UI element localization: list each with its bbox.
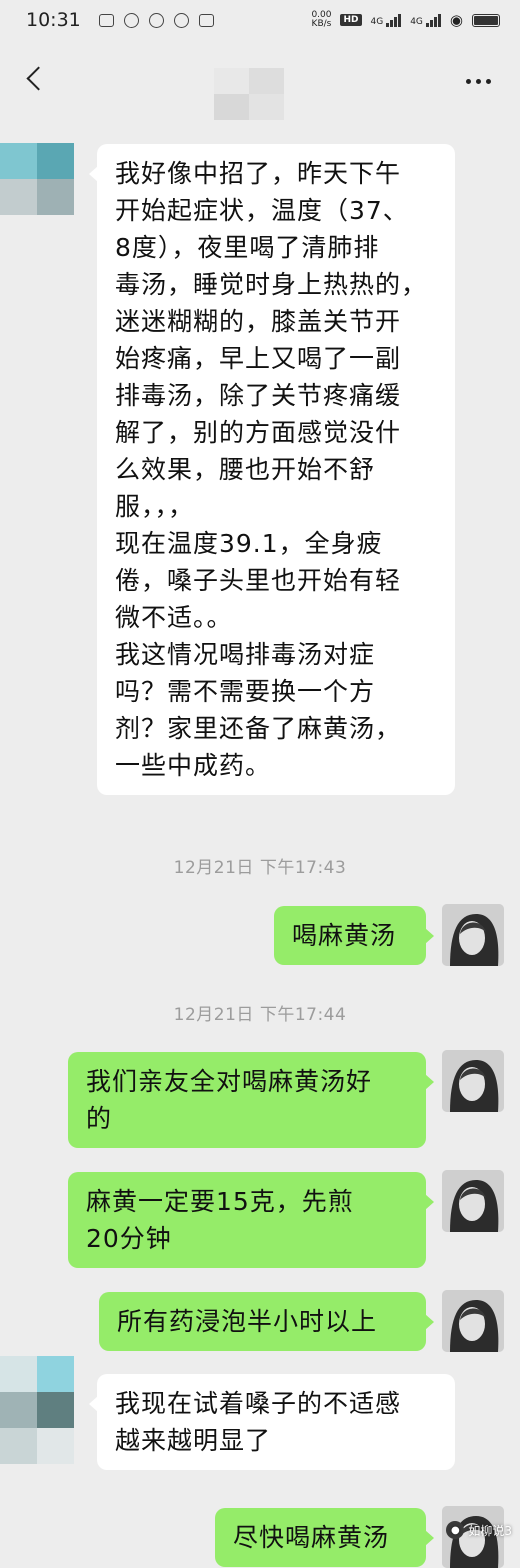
chevron-left-icon: [25, 65, 51, 91]
more-button[interactable]: [458, 66, 498, 96]
user-avatar[interactable]: [442, 1050, 504, 1112]
contact-name-blurred: [214, 68, 284, 120]
wechat-notification-icon: [123, 12, 139, 28]
portrait-icon: [442, 1170, 504, 1232]
back-button[interactable]: [14, 56, 54, 100]
portrait-icon: [442, 1050, 504, 1112]
chat-header: [0, 40, 520, 120]
signal-icon: 4G: [370, 13, 402, 27]
message-bubble-outgoing[interactable]: 尽快喝麻黄汤: [215, 1508, 434, 1567]
status-right: 0.00 KB/s HD 4G 4G ◉: [311, 11, 500, 29]
message-bubble-outgoing[interactable]: 麻黄一定要15克，先煎 20分钟: [68, 1172, 434, 1268]
contact-avatar[interactable]: [0, 143, 74, 215]
status-bar: 10:31 0.00 KB/s HD 4G 4G ◉: [0, 0, 520, 40]
watermark-text: 如柳说3: [468, 1523, 512, 1538]
portrait-icon: [442, 1290, 504, 1352]
portrait-icon: [442, 904, 504, 966]
message-bubble-outgoing[interactable]: 所有药浸泡半小时以上: [99, 1292, 434, 1351]
gallery-notification-icon: [98, 13, 114, 27]
compass-notification-icon: [148, 12, 164, 28]
message-bubble-outgoing[interactable]: 我们亲友全对喝麻黄汤好 的: [68, 1052, 434, 1148]
user-avatar[interactable]: [442, 904, 504, 966]
timestamp: 12月21日 下午17:43: [173, 858, 347, 878]
message-bubble-incoming[interactable]: 我现在试着嗓子的不适感 越来越明显了: [89, 1374, 455, 1470]
app-notification-icon: [198, 13, 214, 27]
timestamp: 12月21日 下午17:44: [173, 1005, 347, 1025]
message-notification-icon: [173, 12, 189, 28]
contact-avatar[interactable]: [0, 1356, 74, 1464]
status-left: 10:31: [26, 9, 214, 31]
net-label-1: 4G: [370, 16, 384, 27]
net-label-2: 4G: [410, 16, 423, 27]
battery-icon: [472, 13, 500, 27]
wifi-icon: ◉: [449, 11, 463, 29]
hd-badge: HD: [340, 14, 362, 26]
wechat-logo-icon: ●: [446, 1521, 465, 1539]
message-bubble-incoming[interactable]: 我好像中招了，昨天下午 开始起症状，温度（37、 8度），夜里喝了清肺排 毒汤，…: [89, 144, 455, 795]
message-bubble-outgoing[interactable]: 喝麻黄汤: [274, 906, 434, 965]
user-avatar[interactable]: [442, 1170, 504, 1232]
user-avatar[interactable]: [442, 1290, 504, 1352]
speed-unit: KB/s: [311, 19, 332, 29]
signal-icon-2: 4G: [410, 13, 441, 27]
more-dots-icon: [465, 78, 471, 84]
status-time: 10:31: [26, 9, 81, 31]
network-speed: 0.00 KB/s: [311, 11, 331, 29]
watermark: ● 如柳说3: [446, 1521, 512, 1539]
